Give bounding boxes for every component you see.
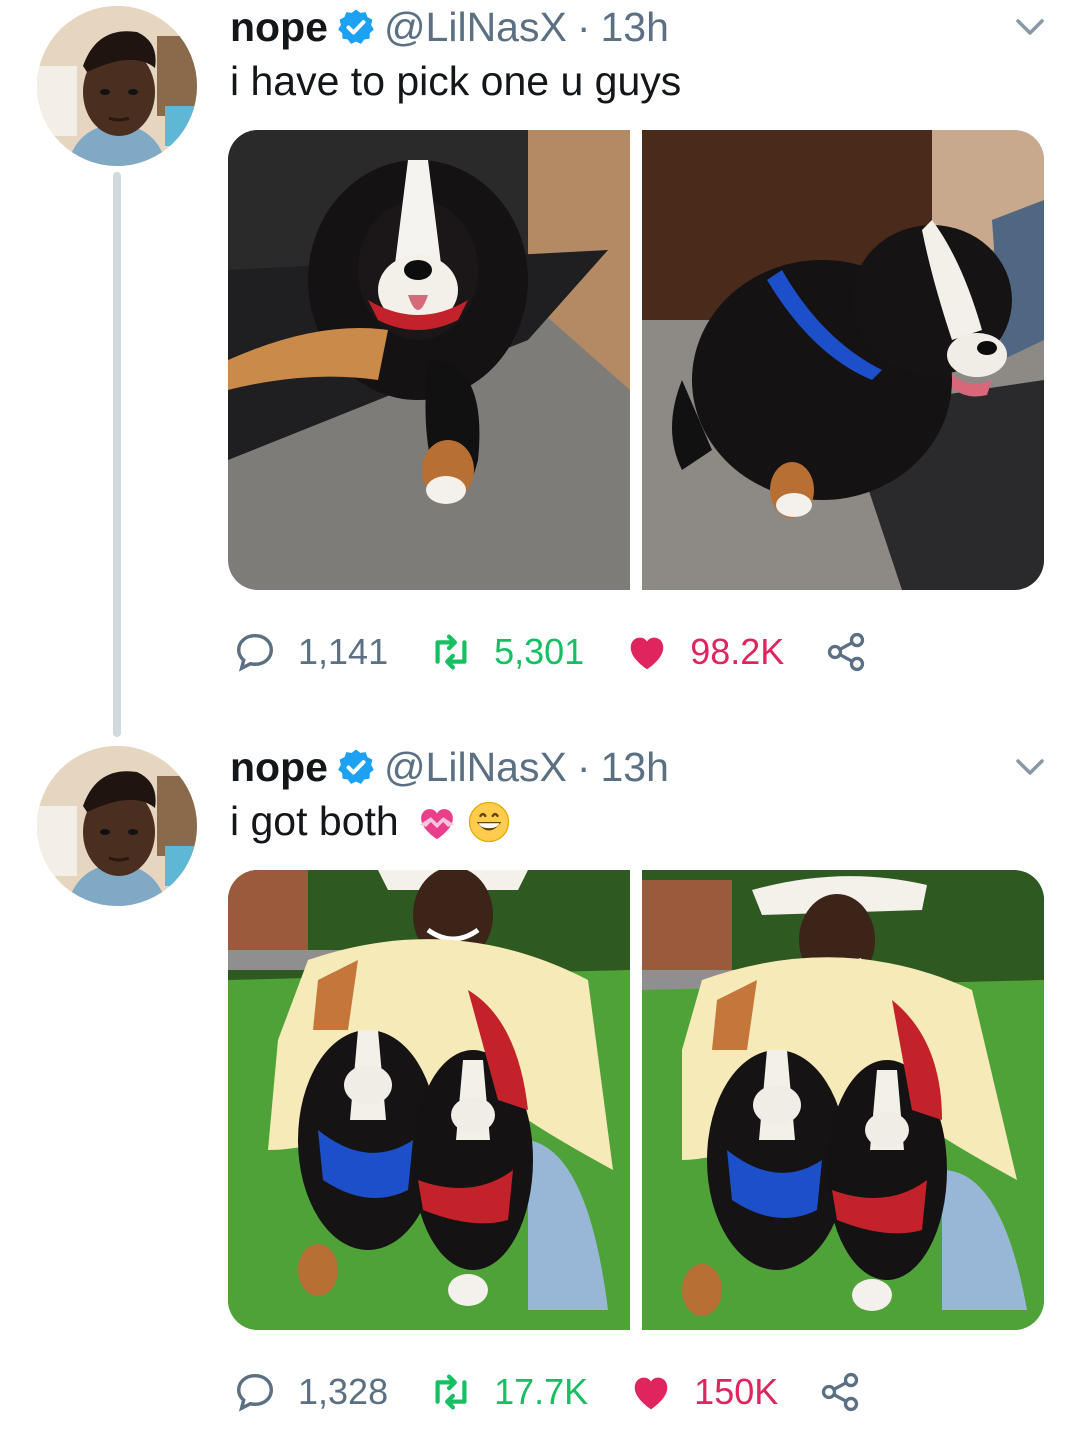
chevron-down-icon[interactable]: [1010, 752, 1050, 782]
heart-with-ribbon-icon: [419, 808, 454, 839]
heart-filled-icon: [630, 637, 664, 670]
reply-icon: [236, 1373, 274, 1412]
verified-badge-icon: [338, 9, 374, 44]
retweet-icon: [435, 634, 467, 670]
avatar-image: [37, 6, 197, 166]
tweet-text-content: i got both: [230, 798, 399, 844]
like-count: 150K: [694, 1371, 779, 1412]
avatar[interactable]: [37, 746, 197, 906]
like-button[interactable]: 150K: [628, 1369, 778, 1415]
like-button[interactable]: 98.2K: [624, 629, 784, 675]
tweet-text-content: i have to pick one u guys: [230, 58, 682, 104]
thread-connector-line: [113, 172, 121, 737]
reply-count: 1,328: [298, 1371, 389, 1412]
separator-dot: ·: [576, 743, 591, 790]
reply-button[interactable]: 1,141: [232, 629, 388, 675]
timestamp[interactable]: 13h: [601, 744, 669, 791]
heart-filled-icon: [634, 1377, 668, 1410]
separator-dot: ·: [576, 3, 591, 50]
share-button[interactable]: [818, 1370, 882, 1414]
tweet-actions: 1,141 5,301 98.2K: [232, 622, 928, 682]
avatar[interactable]: [37, 6, 197, 166]
reply-count: 1,141: [298, 631, 389, 672]
media-grid[interactable]: [228, 130, 1044, 590]
photo-bernese-puppy-red-harness[interactable]: [228, 130, 630, 590]
photo-man-with-two-puppies-2[interactable]: [642, 870, 1044, 1330]
display-name[interactable]: nope: [230, 744, 328, 791]
chevron-down-icon[interactable]: [1010, 12, 1050, 42]
retweet-count: 5,301: [494, 631, 585, 672]
verified-badge-icon: [338, 749, 374, 784]
retweet-button[interactable]: 17.7K: [428, 1369, 588, 1415]
share-icon: [822, 1372, 859, 1412]
share-icon: [828, 632, 865, 672]
display-name[interactable]: nope: [230, 4, 328, 51]
retweet-count: 17.7K: [494, 1371, 589, 1412]
reply-icon: [236, 633, 274, 672]
grinning-face-icon: [468, 801, 509, 842]
media-grid[interactable]: [228, 870, 1044, 1330]
reply-button[interactable]: 1,328: [232, 1369, 388, 1415]
handle[interactable]: @LilNasX: [384, 744, 567, 791]
tweet-text: i have to pick one u guys: [230, 58, 681, 105]
retweet-icon: [435, 1374, 467, 1410]
handle[interactable]: @LilNasX: [384, 4, 567, 51]
tweet-actions: 1,328 17.7K 150K: [232, 1362, 922, 1422]
tweet-text: i got both: [230, 798, 511, 845]
like-count: 98.2K: [690, 631, 785, 672]
timestamp[interactable]: 13h: [601, 4, 669, 51]
photo-bernese-puppy-blue-harness[interactable]: [642, 130, 1044, 590]
photo-man-with-two-puppies[interactable]: [228, 870, 630, 1330]
tweet-header: nope @LilNasX · 13h: [230, 742, 669, 792]
retweet-button[interactable]: 5,301: [428, 629, 584, 675]
share-button[interactable]: [824, 630, 888, 674]
avatar-image: [37, 746, 197, 906]
tweet-header: nope @LilNasX · 13h: [230, 2, 669, 52]
